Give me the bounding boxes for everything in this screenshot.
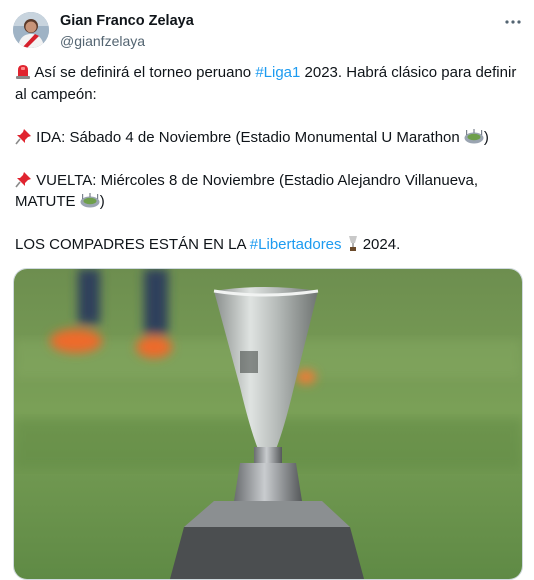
ida-text: IDA: Sábado 4 de Noviembre (Estadio Monu…: [32, 128, 464, 146]
tweet-paragraph-intro: Así se definirá el torneo peruano #Liga1…: [15, 62, 520, 105]
tweet: Gian Franco Zelaya @gianfzelaya Así se d…: [0, 0, 534, 580]
hashtag-libertadores[interactable]: #Libertadores: [250, 236, 342, 253]
last-line-year: 2024.: [358, 236, 401, 253]
ida-close: ): [483, 128, 489, 146]
avatar[interactable]: [13, 12, 49, 48]
tweet-paragraph-libertadores: LOS COMPADRES ESTÁN EN LA #Libertadores …: [15, 234, 520, 256]
author-handle[interactable]: @gianfzelaya: [60, 33, 145, 49]
pushpin-icon: [15, 170, 32, 192]
tweet-text: Así se definirá el torneo peruano #Liga1…: [15, 62, 520, 256]
tweet-photo[interactable]: [13, 268, 523, 580]
tweet-line1-text: Así se definirá el torneo peruano: [31, 64, 256, 81]
last-line-text: LOS COMPADRES ESTÁN EN LA: [15, 236, 250, 253]
trophy-icon: [342, 234, 359, 256]
stadium-icon: [80, 191, 100, 213]
tweet-paragraph-vuelta: VUELTA: Miércoles 8 de Noviembre (Estadi…: [15, 170, 520, 213]
pushpin-icon: [15, 127, 32, 149]
tweet-paragraph-ida: IDA: Sábado 4 de Noviembre (Estadio Monu…: [15, 127, 520, 149]
author-name[interactable]: Gian Franco Zelaya: [60, 13, 194, 29]
hashtag-liga1[interactable]: #Liga1: [255, 64, 300, 81]
police-light-icon: [15, 62, 31, 84]
more-options-icon[interactable]: [500, 12, 526, 32]
vuelta-close: ): [99, 193, 105, 210]
stadium-icon: [464, 127, 484, 149]
